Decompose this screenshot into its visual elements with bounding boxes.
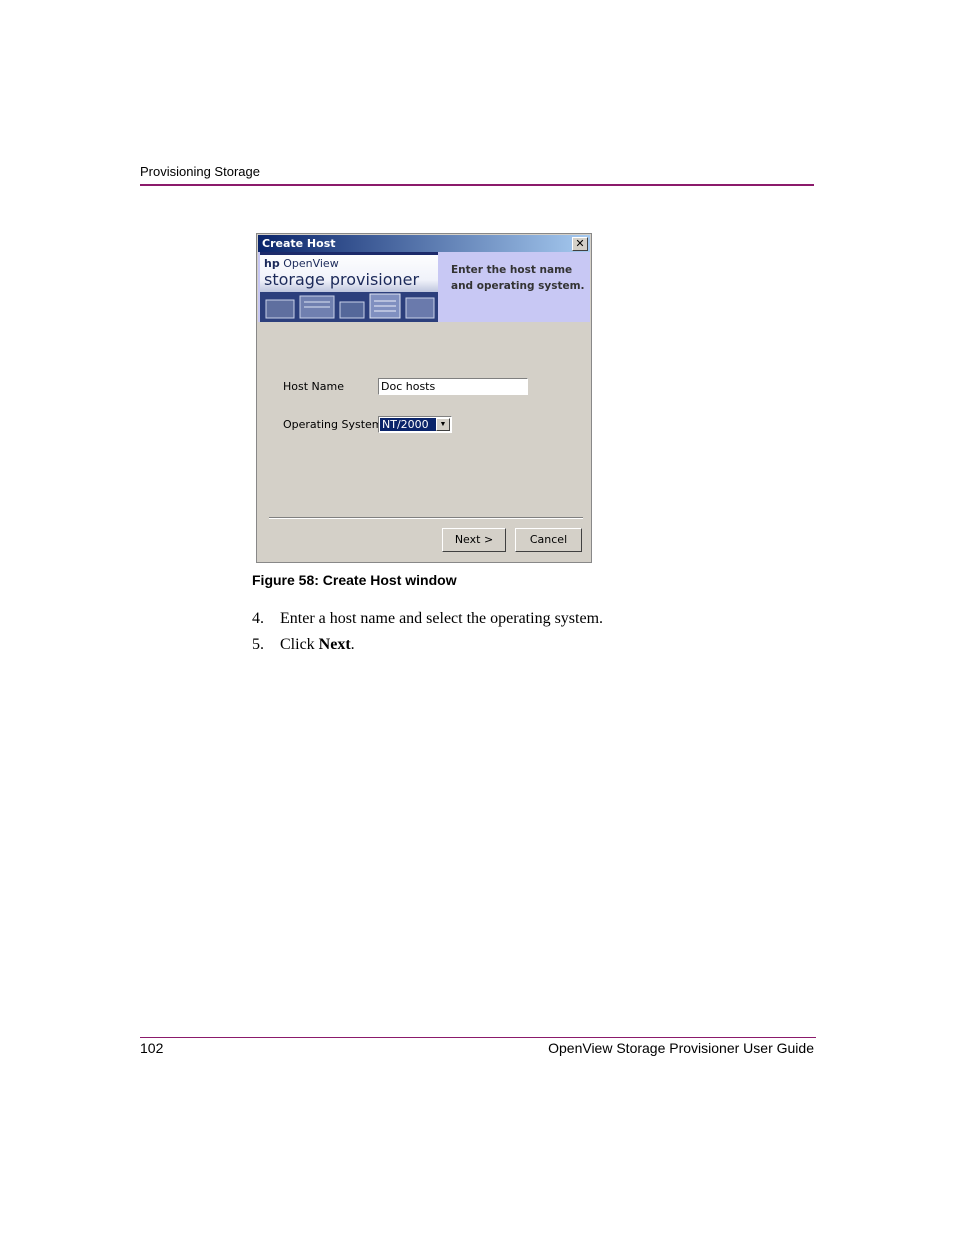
page-number: 102 (140, 1040, 164, 1056)
hp-logo: hp (264, 257, 280, 270)
product-logo: hp OpenView storage provisioner (260, 252, 438, 322)
button-separator (269, 517, 583, 519)
operating-system-value: NT/2000 (380, 418, 437, 431)
next-button[interactable]: Next > (442, 528, 506, 552)
create-host-dialog: Create Host ✕ hp OpenView storage provis… (256, 233, 592, 563)
step-text-bold: Next (318, 636, 351, 653)
operating-system-label: Operating System (283, 418, 383, 431)
footer-rule (140, 1037, 816, 1038)
chevron-down-icon: ▼ (439, 421, 447, 428)
step-text-suffix: . (350, 636, 355, 653)
dialog-banner: hp OpenView storage provisioner Enter th… (258, 252, 590, 322)
logo-top-line (260, 252, 438, 255)
figure-caption: Figure 58: Create Host window (252, 572, 457, 588)
operating-system-select[interactable]: NT/2000 ▼ (378, 416, 452, 433)
logo-subtitle: storage provisioner (264, 270, 420, 289)
host-name-input[interactable]: Doc hosts (378, 378, 528, 395)
cancel-button[interactable]: Cancel (515, 528, 582, 552)
header-rule (140, 184, 814, 186)
dialog-titlebar[interactable]: Create Host ✕ (258, 235, 590, 252)
dropdown-arrow-button[interactable]: ▼ (436, 418, 450, 431)
running-header: Provisioning Storage (140, 164, 260, 179)
logo-brand-line: hp OpenView (264, 257, 339, 270)
footer-title: OpenView Storage Provisioner User Guide (548, 1040, 814, 1056)
step-text: Enter a host name and select the operati… (280, 610, 604, 627)
host-name-label: Host Name (283, 380, 344, 393)
close-icon: ✕ (575, 237, 585, 250)
list-item: 5. Click Next. (252, 636, 603, 662)
steps-list: 4. Enter a host name and select the opera… (252, 610, 603, 662)
logo-product: OpenView (279, 257, 339, 270)
storage-rack-graphic (260, 292, 438, 322)
dialog-title: Create Host (262, 237, 336, 250)
close-button[interactable]: ✕ (572, 237, 588, 251)
step-text-prefix: Click (280, 636, 319, 653)
step-number: 5. (252, 636, 264, 653)
list-item: 4. Enter a host name and select the opera… (252, 610, 603, 636)
banner-instruction: Enter the host name and operating system… (451, 264, 585, 292)
step-number: 4. (252, 610, 264, 627)
